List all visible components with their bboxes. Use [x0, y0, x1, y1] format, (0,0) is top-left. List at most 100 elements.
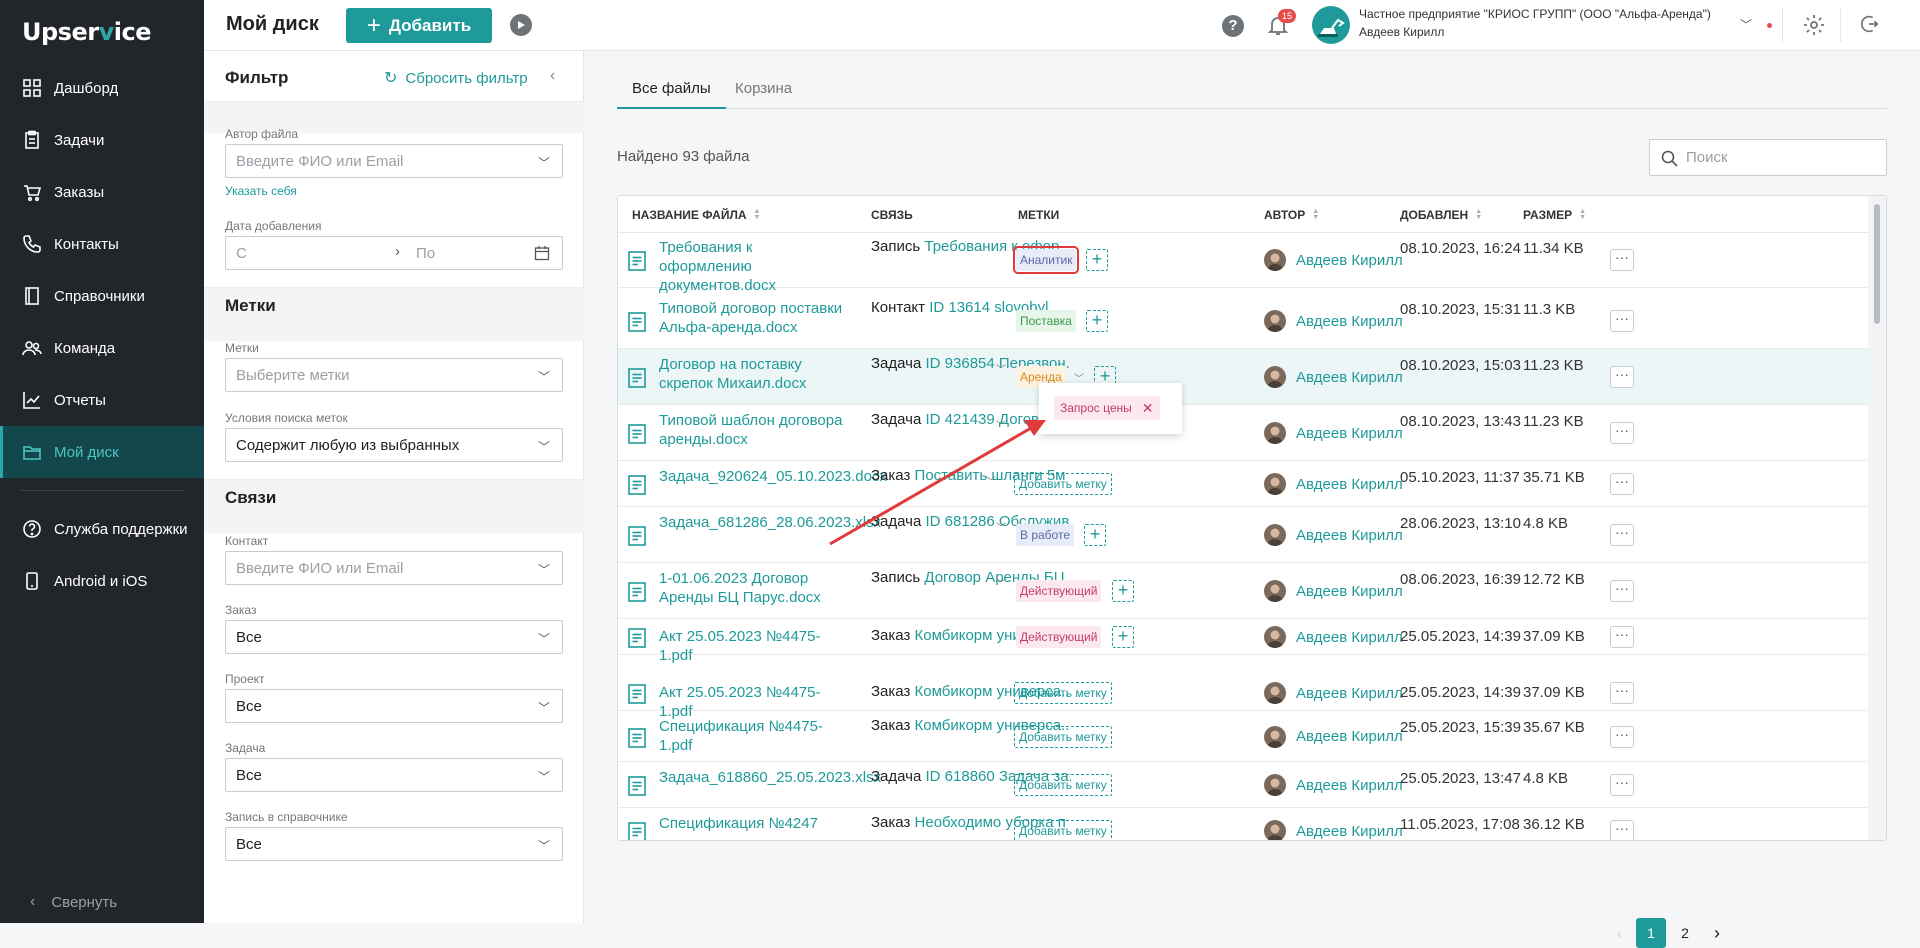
more-actions-button[interactable]: ···	[1610, 249, 1634, 271]
add-tag-plus-button[interactable]: +	[1112, 626, 1134, 648]
collapse-button[interactable]: ‹ Свернуть	[30, 893, 117, 911]
sidebar-item-contacts[interactable]: Контакты	[0, 218, 204, 270]
condition-select[interactable]: Содержит любую из выбранных ﹀	[225, 428, 563, 462]
search-input[interactable]: Поиск	[1649, 139, 1887, 176]
tags-select[interactable]: Выберите метки ﹀	[225, 358, 563, 392]
add-tag-button[interactable]: Добавить метку	[1014, 473, 1112, 495]
author-input[interactable]: Введите ФИО или Email ﹀	[225, 144, 563, 178]
file-name-link[interactable]: Задача_618860_25.05.2023.xlsx	[659, 768, 881, 787]
logout-icon[interactable]	[1858, 13, 1880, 35]
add-button[interactable]: + Добавить	[346, 8, 492, 43]
add-tag-button[interactable]: Добавить метку	[1014, 682, 1112, 704]
date-to[interactable]: По	[416, 245, 435, 262]
col-name[interactable]: НАЗВАНИЕ ФАЙЛА ▲ ▼	[632, 208, 760, 222]
author-cell[interactable]: Авдеев Кирилл	[1264, 725, 1403, 748]
file-name-link[interactable]: Задача_681286_28.06.2023.xlsx	[659, 513, 881, 532]
task-select[interactable]: Все ﹀	[225, 758, 563, 792]
file-name-link[interactable]: Спецификация №4475-1.pdf	[659, 717, 849, 755]
author-cell[interactable]: Авдеев Кирилл	[1264, 820, 1403, 840]
collapse-filter-icon[interactable]: ‹	[550, 67, 555, 85]
record-select[interactable]: Все ﹀	[225, 827, 563, 861]
sidebar-item-tasks[interactable]: Задачи	[0, 114, 204, 166]
col-added[interactable]: ДОБАВЛЕН ▲ ▼	[1400, 208, 1482, 222]
more-actions-button[interactable]: ···	[1610, 774, 1634, 796]
file-name-link[interactable]: Договор на поставку скрепок Михаил.docx	[659, 355, 849, 393]
more-actions-button[interactable]: ···	[1610, 366, 1634, 388]
col-size[interactable]: РАЗМЕР ▲ ▼	[1523, 208, 1586, 222]
file-name-link[interactable]: 1-01.06.2023 Договор Аренды БЦ Парус.doc…	[659, 569, 849, 607]
scrollbar[interactable]	[1868, 196, 1886, 840]
close-icon[interactable]: ✕	[1142, 396, 1154, 420]
tab-trash[interactable]: Корзина	[720, 73, 807, 109]
chevron-down-icon[interactable]: ﹀	[996, 417, 1006, 432]
author-cell[interactable]: Авдеев Кирилл	[1264, 524, 1403, 546]
logo[interactable]: Upservice	[22, 18, 151, 46]
file-name-link[interactable]: Акт 25.05.2023 №4475-1.pdf	[659, 627, 849, 665]
file-name-link[interactable]: Типовой договор поставки Альфа-аренда.do…	[659, 299, 849, 337]
more-actions-button[interactable]: ···	[1610, 626, 1634, 648]
company-name[interactable]: Частное предприятие "КРИОС ГРУПП" (ООО "…	[1359, 7, 1711, 21]
author-cell[interactable]: Авдеев Кирилл	[1264, 774, 1403, 796]
author-cell[interactable]: Авдеев Кирилл	[1264, 249, 1403, 271]
tag-chip[interactable]: Действующий	[1016, 580, 1102, 602]
tag-chip[interactable]: Поставка	[1016, 310, 1076, 332]
sidebar-item-orders[interactable]: Заказы	[0, 166, 204, 218]
date-from[interactable]: С	[236, 245, 247, 262]
sidebar-item-directories[interactable]: Справочники	[0, 270, 204, 322]
file-name-link[interactable]: Требования к оформлению документов.docx	[659, 238, 849, 295]
tag-chip[interactable]: В работе	[1016, 524, 1075, 546]
more-actions-button[interactable]: ···	[1610, 682, 1634, 704]
reset-filter-button[interactable]: ↻ Сбросить фильтр	[384, 68, 528, 88]
tag-chip[interactable]: Аналитик	[1012, 246, 1080, 274]
add-tag-button[interactable]: Добавить метку	[1014, 774, 1112, 796]
add-tag-plus-button[interactable]: +	[1086, 310, 1108, 332]
tab-all-files[interactable]: Все файлы	[617, 73, 726, 109]
chevron-down-icon[interactable]: ﹀	[986, 473, 996, 488]
file-name-link[interactable]: Задача_920624_05.10.2023.docx	[659, 467, 887, 486]
gear-icon[interactable]	[1802, 13, 1826, 37]
sidebar-item-reports[interactable]: Отчеты	[0, 374, 204, 426]
author-cell[interactable]: Авдеев Кирилл	[1264, 366, 1403, 388]
more-actions-button[interactable]: ···	[1610, 473, 1634, 495]
sidebar-item-my-disk[interactable]: Мой диск	[0, 426, 204, 478]
col-author[interactable]: АВТОР ▲ ▼	[1264, 208, 1319, 222]
sidebar-item-dashboard[interactable]: Дашборд	[0, 62, 204, 114]
play-video-button[interactable]	[510, 14, 532, 36]
chevron-down-icon[interactable]: ﹀	[996, 519, 1006, 534]
file-name-link[interactable]: Спецификация №4247	[659, 814, 849, 833]
chevron-down-icon[interactable]: ﹀	[996, 575, 1006, 590]
more-actions-button[interactable]: ···	[1610, 580, 1634, 602]
sidebar-item-mobile[interactable]: Android и iOS	[0, 555, 204, 607]
more-actions-button[interactable]: ···	[1610, 422, 1634, 444]
sidebar-item-team[interactable]: Команда	[0, 322, 204, 374]
company-avatar[interactable]	[1312, 6, 1350, 44]
tag-chip-price-request[interactable]: Запрос цены ✕	[1054, 396, 1160, 420]
add-tag-button[interactable]: Добавить метку	[1014, 820, 1112, 840]
more-actions-button[interactable]: ···	[1610, 820, 1634, 840]
author-cell[interactable]: Авдеев Кирилл	[1264, 626, 1403, 648]
file-name-link[interactable]: Типовой шаблон договора аренды.docx	[659, 411, 849, 449]
more-actions-button[interactable]: ···	[1610, 524, 1634, 546]
author-cell[interactable]: Авдеев Кирилл	[1264, 473, 1403, 495]
add-tag-plus-button[interactable]: +	[1086, 249, 1108, 271]
more-actions-button[interactable]: ···	[1610, 725, 1634, 748]
add-tag-button[interactable]: Добавить метку	[1014, 725, 1112, 748]
tag-chip[interactable]: Действующий	[1016, 626, 1102, 648]
project-select[interactable]: Все ﹀	[225, 689, 563, 723]
order-select[interactable]: Все ﹀	[225, 620, 563, 654]
sidebar-item-support[interactable]: Служба поддержки	[0, 503, 204, 555]
author-cell[interactable]: Авдеев Кирилл	[1264, 310, 1403, 332]
self-link[interactable]: Указать себя	[225, 184, 297, 198]
chevron-down-icon[interactable]: ﹀	[1740, 16, 1752, 33]
add-tag-plus-button[interactable]: +	[1084, 524, 1106, 546]
date-range-input[interactable]: С › По	[225, 236, 563, 270]
contact-input[interactable]: Введите ФИО или Email ﹀	[225, 551, 563, 585]
help-icon[interactable]: ?	[1222, 15, 1244, 37]
calendar-icon[interactable]	[534, 245, 550, 261]
scroll-thumb[interactable]	[1874, 204, 1880, 324]
author-cell[interactable]: Авдеев Кирилл	[1264, 682, 1403, 704]
user-name[interactable]: Авдеев Кирилл	[1359, 25, 1444, 39]
chevron-down-icon[interactable]: ﹀	[996, 361, 1006, 376]
more-actions-button[interactable]: ···	[1610, 310, 1634, 332]
author-cell[interactable]: Авдеев Кирилл	[1264, 422, 1403, 444]
